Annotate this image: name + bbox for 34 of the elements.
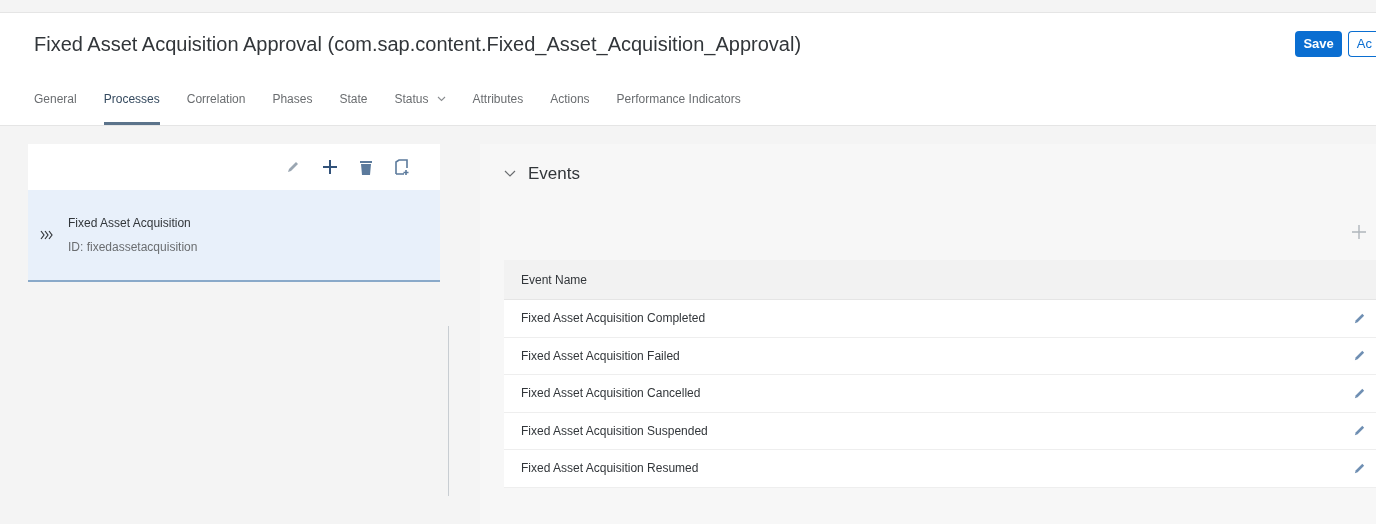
action-button[interactable]: Ac [1347, 31, 1376, 57]
tab[interactable]: State [339, 90, 368, 125]
table-cell-text: Fixed Asset Acquisition Suspended [521, 422, 709, 440]
edit-icon[interactable] [1353, 349, 1366, 363]
collapse-icon[interactable] [504, 170, 516, 178]
save-button[interactable]: Save [1295, 31, 1342, 57]
table-cell-text: Fixed Asset Acquisition Cancelled [521, 385, 702, 403]
edit-icon[interactable] [1353, 311, 1366, 325]
edit-icon[interactable] [1353, 386, 1366, 400]
process-name: Fixed Asset Acquisition [68, 215, 192, 232]
copy-icon[interactable] [394, 159, 410, 175]
process-icon [40, 230, 54, 240]
tab[interactable]: Attributes [472, 90, 524, 125]
tab[interactable]: Actions [550, 90, 590, 125]
edit-icon[interactable] [286, 160, 300, 174]
column-header: Event Name [521, 271, 588, 289]
page-title: Fixed Asset Acquisition Approval (com.sap.content.Fixed_Asset_Acquisition_Approval) [34, 32, 802, 58]
process-item[interactable]: Fixed Asset Acquisition ID: fixedassetacquisition [28, 190, 440, 282]
tab[interactable]: Correlation [186, 90, 246, 125]
tab[interactable]: Performance Indicators [616, 90, 741, 125]
table-cell-text: Fixed Asset Acquisition Completed [521, 310, 707, 328]
tab[interactable]: General [34, 90, 77, 125]
tab[interactable]: Phases [272, 90, 313, 125]
edit-icon[interactable] [1353, 424, 1366, 438]
dropdown-icon [436, 96, 446, 102]
add-icon[interactable] [322, 159, 338, 175]
table-cell-text: Fixed Asset Acquisition Failed [521, 347, 681, 365]
table-cell-text: Fixed Asset Acquisition Resumed [521, 460, 700, 478]
process-id: ID: fixedassetacquisition [68, 239, 198, 256]
section-title: Events [528, 163, 580, 186]
delete-icon[interactable] [360, 159, 372, 175]
edit-icon[interactable] [1353, 461, 1366, 475]
tab[interactable]: Status [394, 90, 446, 125]
tab[interactable]: Processes [103, 90, 160, 125]
